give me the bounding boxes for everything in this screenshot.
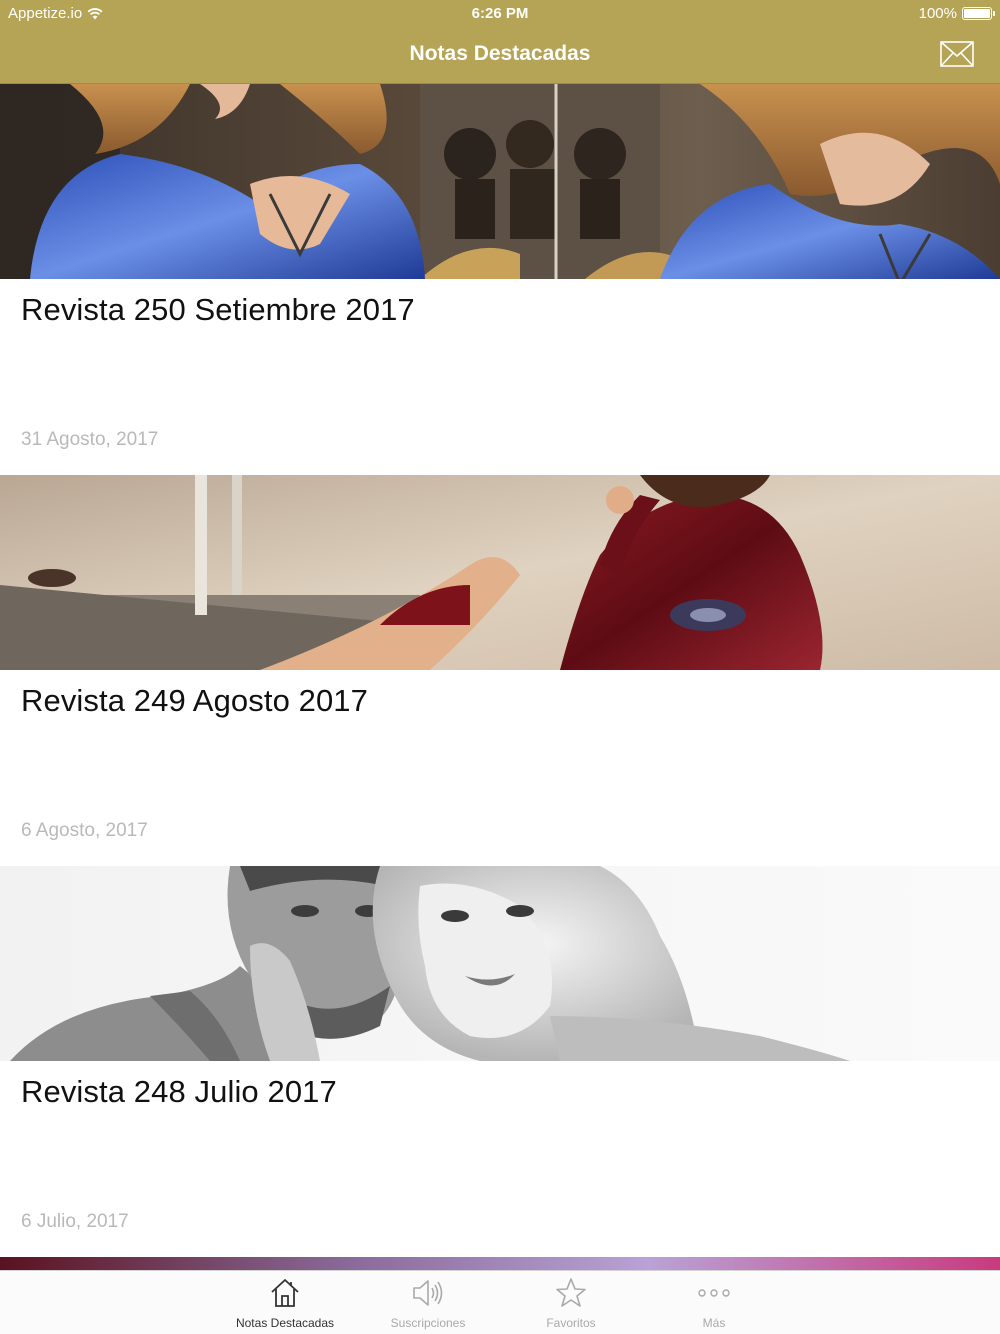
article-cover-image xyxy=(0,84,1000,279)
next-article-image-peek xyxy=(0,1257,1000,1270)
status-time: 6:26 PM xyxy=(471,5,529,22)
article-title: Revista 249 Agosto 2017 xyxy=(21,683,368,718)
articles-list[interactable]: Revista 250 Setiembre 2017 31 Agosto, 20… xyxy=(0,84,1000,1270)
battery-icon xyxy=(962,7,995,20)
article-card[interactable]: Revista 249 Agosto 2017 6 Agosto, 2017 xyxy=(0,475,1000,866)
page-title: Notas Destacadas xyxy=(409,42,591,65)
tab-label: Suscripciones xyxy=(390,1316,466,1330)
mail-button[interactable] xyxy=(940,41,974,67)
tab-label: Más xyxy=(702,1316,726,1330)
tab-suscripciones[interactable]: Suscripciones xyxy=(358,1271,498,1334)
article-card[interactable]: Revista 248 Julio 2017 6 Julio, 2017 xyxy=(0,866,1000,1257)
home-icon xyxy=(271,1279,299,1307)
tab-bar: Notas Destacadas Suscripciones Favoritos… xyxy=(0,1270,1000,1334)
mail-icon xyxy=(940,41,974,67)
status-bar: Appetize.io 6:26 PM 100% xyxy=(0,0,1000,28)
article-cover-image xyxy=(0,866,1000,1061)
battery-indicator: 100% xyxy=(918,5,995,22)
speaker-icon xyxy=(413,1280,443,1306)
more-icon xyxy=(698,1289,730,1297)
article-date: 31 Agosto, 2017 xyxy=(21,429,159,450)
tab-label: Notas Destacadas xyxy=(235,1316,335,1330)
tab-favoritos[interactable]: Favoritos xyxy=(501,1271,641,1334)
battery-label: 100% xyxy=(918,5,957,22)
article-date: 6 Julio, 2017 xyxy=(21,1211,129,1232)
article-cover-image xyxy=(0,475,1000,670)
tab-notas-destacadas[interactable]: Notas Destacadas xyxy=(215,1271,355,1334)
navigation-bar: Appetize.io 6:26 PM 100% Notas Destacada… xyxy=(0,0,1000,84)
article-card[interactable]: Revista 250 Setiembre 2017 31 Agosto, 20… xyxy=(0,84,1000,475)
article-title: Revista 248 Julio 2017 xyxy=(21,1074,337,1109)
article-date: 6 Agosto, 2017 xyxy=(21,820,148,841)
star-icon xyxy=(556,1278,586,1307)
tab-label: Favoritos xyxy=(546,1316,596,1330)
article-title: Revista 250 Setiembre 2017 xyxy=(21,292,415,327)
tab-mas[interactable]: Más xyxy=(644,1271,784,1334)
